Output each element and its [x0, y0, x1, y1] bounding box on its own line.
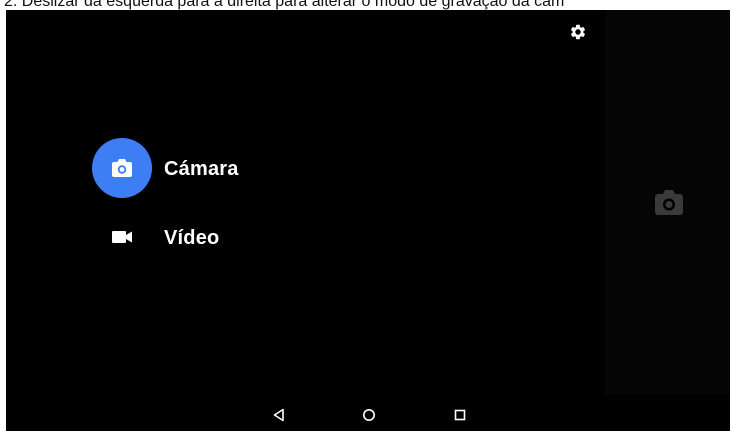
video-mode-icon-wrap	[92, 207, 152, 267]
back-icon	[273, 408, 284, 422]
page: 2. Deslizar da esquerda para a direita p…	[0, 0, 731, 431]
nav-home-button[interactable]	[357, 403, 381, 427]
camera-app-screen: Cámara Vídeo	[6, 10, 730, 431]
video-camera-icon	[112, 231, 132, 243]
camera-icon	[655, 190, 683, 215]
nav-recents-button[interactable]	[448, 403, 472, 427]
camera-icon	[112, 159, 132, 177]
gear-icon[interactable]	[569, 23, 587, 41]
mode-item-video[interactable]: Vídeo	[90, 207, 310, 267]
recents-icon	[454, 409, 466, 421]
camera-mode-icon-wrap	[92, 138, 152, 198]
mode-label-video: Vídeo	[164, 227, 220, 249]
system-navigation-bar	[6, 395, 730, 431]
mode-item-camera[interactable]: Cámara	[90, 138, 310, 198]
nav-back-button[interactable]	[267, 403, 291, 427]
mode-label-camera: Cámara	[164, 158, 239, 180]
home-icon	[363, 409, 375, 421]
